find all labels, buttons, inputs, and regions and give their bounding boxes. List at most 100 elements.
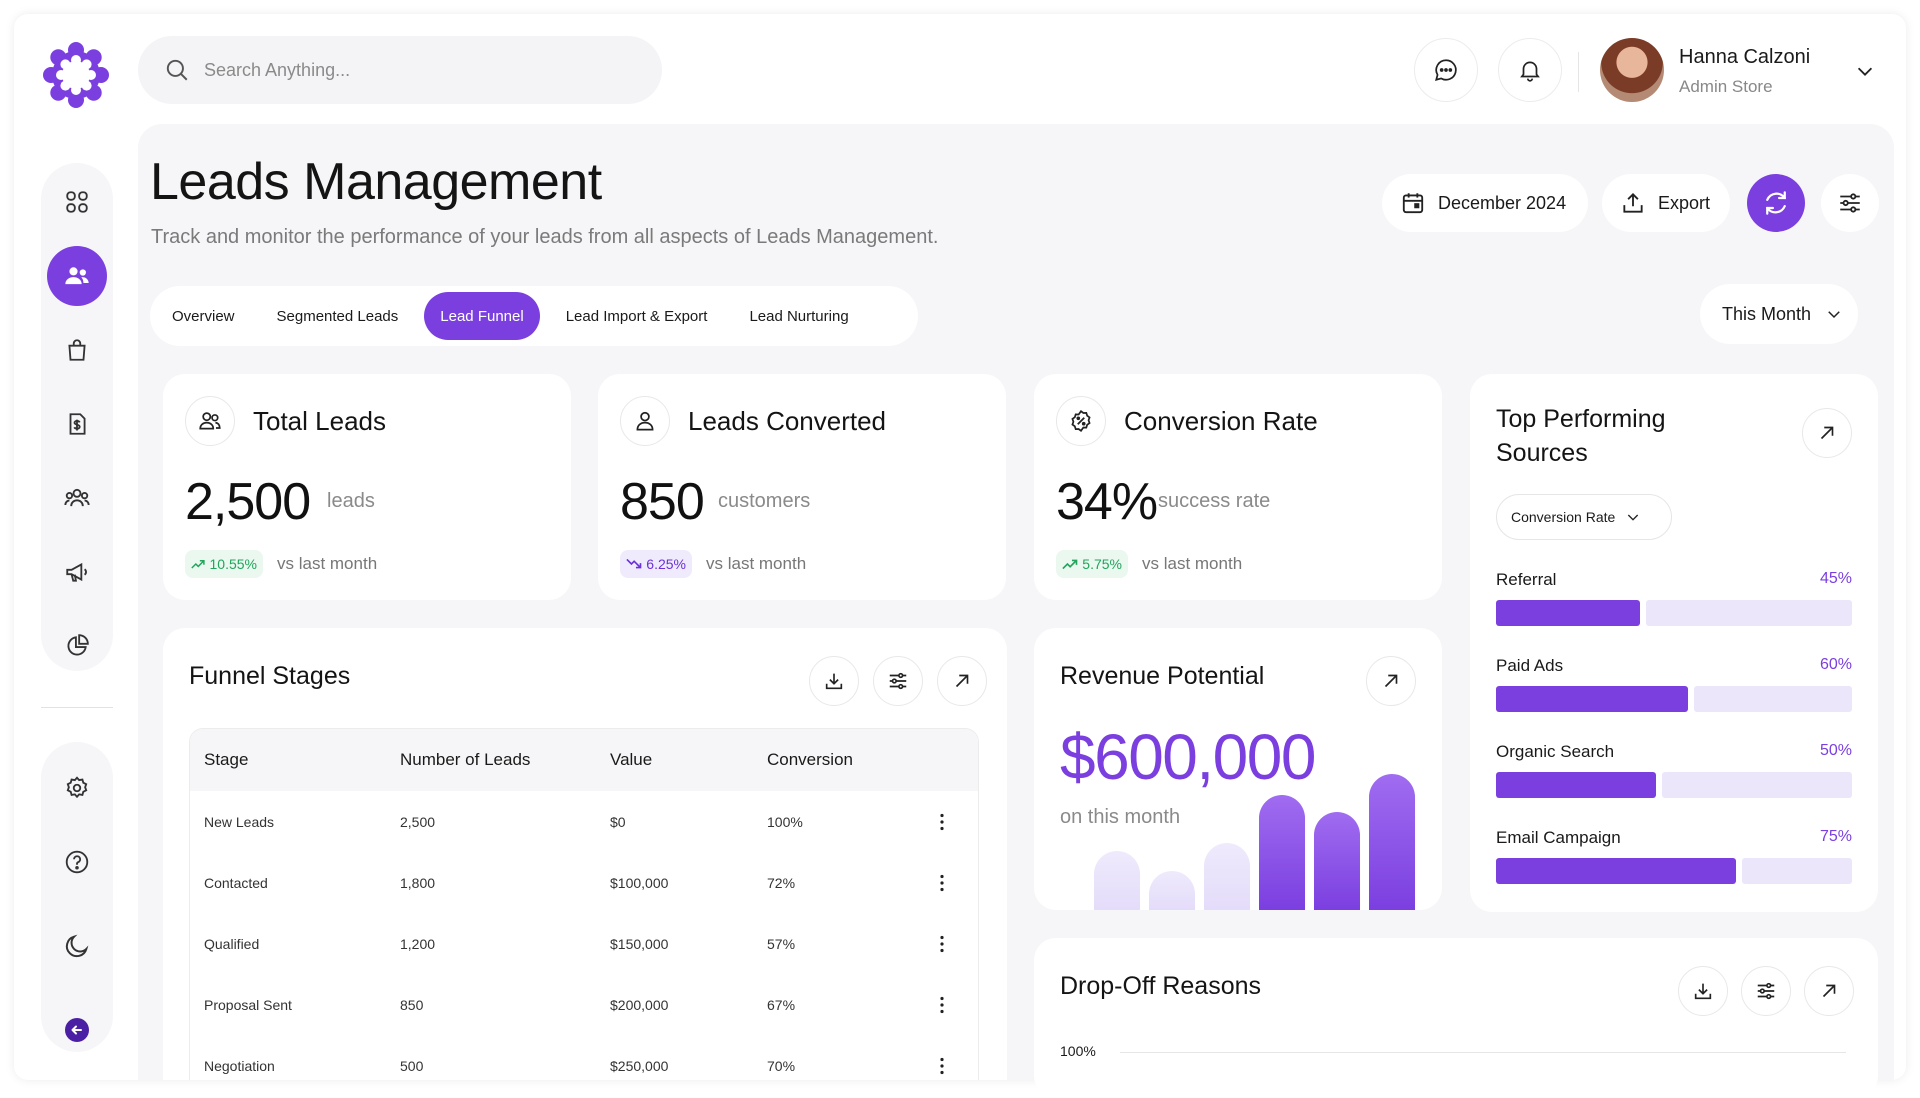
user-icon xyxy=(620,396,670,446)
tab-segmented-leads[interactable]: Segmented Leads xyxy=(261,292,415,340)
export-button[interactable]: Export xyxy=(1602,174,1730,232)
trend-badge: 6.25% xyxy=(620,550,692,578)
expand-button[interactable] xyxy=(1802,408,1852,458)
arrow-left-icon xyxy=(64,1017,90,1043)
refresh-icon xyxy=(1761,188,1791,218)
conversion-cell: 100% xyxy=(767,813,803,830)
period-select[interactable]: This Month xyxy=(1700,284,1858,344)
sliders-icon xyxy=(1837,190,1863,216)
search-bar[interactable] xyxy=(138,36,662,104)
pie-chart-icon xyxy=(64,633,90,659)
tab-overview[interactable]: Overview xyxy=(156,292,251,340)
sidebar-item-invoices[interactable] xyxy=(47,394,107,454)
row-menu-button[interactable] xyxy=(917,874,967,892)
stat-value: 2,500 xyxy=(185,473,311,531)
leads-cell: 1,200 xyxy=(400,935,436,952)
notifications-button[interactable] xyxy=(1498,38,1562,102)
source-percent: 50% xyxy=(1819,742,1852,759)
table-row[interactable]: Contacted 1,800 $100,000 72% xyxy=(190,852,978,913)
drop-off-card: Drop-Off Reasons 100% xyxy=(1034,938,1878,1098)
leads-cell: 1,800 xyxy=(400,874,436,891)
trend-badge: 10.55% xyxy=(185,550,263,578)
filter-settings-button[interactable] xyxy=(1821,174,1879,232)
leads-cell: 500 xyxy=(400,1057,424,1074)
stat-value: 34% xyxy=(1056,473,1158,531)
sidebar-item-reports[interactable] xyxy=(47,616,107,676)
sidebar-item-settings[interactable] xyxy=(47,758,107,818)
more-vertical-icon xyxy=(940,874,944,891)
trend-note: vs last month xyxy=(277,554,378,573)
column-header[interactable]: Conversion xyxy=(767,750,917,770)
more-vertical-icon xyxy=(940,1057,944,1074)
table-header: Stage Number of Leads Value Conversion xyxy=(190,729,978,791)
help-icon xyxy=(64,849,90,875)
source-percent: 60% xyxy=(1819,656,1852,673)
chevron-down-icon[interactable] xyxy=(1854,60,1876,82)
tab-lead-nurturing[interactable]: Lead Nurturing xyxy=(733,292,864,340)
stat-unit: leads xyxy=(327,490,375,512)
table-row[interactable]: Proposal Sent 850 $200,000 67% xyxy=(190,974,978,1035)
search-icon xyxy=(164,57,190,83)
shopping-bag-icon xyxy=(64,337,90,363)
table-row[interactable]: Negotiation 500 $250,000 70% xyxy=(190,1035,978,1080)
sidebar-item-help[interactable] xyxy=(47,832,107,892)
gear-icon xyxy=(64,775,90,801)
row-menu-button[interactable] xyxy=(917,935,967,953)
leads-cell: 850 xyxy=(400,996,424,1013)
avatar[interactable] xyxy=(1600,38,1664,102)
column-header[interactable]: Number of Leads xyxy=(400,750,610,770)
sidebar-item-leads[interactable] xyxy=(47,246,107,306)
calendar-icon xyxy=(1400,190,1426,216)
sidebar-item-campaigns[interactable] xyxy=(47,542,107,602)
percent-badge-icon xyxy=(1056,396,1106,446)
revenue-bar xyxy=(1149,871,1195,910)
metric-select[interactable]: Conversion Rate xyxy=(1496,494,1672,540)
value-cell: $150,000 xyxy=(610,935,669,952)
source-percent: 45% xyxy=(1819,570,1852,587)
top-sources-card: Top Performing Sources Conversion Rate R… xyxy=(1470,374,1878,912)
more-vertical-icon xyxy=(940,996,944,1013)
messages-button[interactable] xyxy=(1414,38,1478,102)
expand-button[interactable] xyxy=(937,656,987,706)
sidebar-item-shop[interactable] xyxy=(47,320,107,380)
source-percent: 75% xyxy=(1819,828,1852,845)
download-button[interactable] xyxy=(1678,966,1728,1016)
moon-icon xyxy=(63,932,91,960)
row-menu-button[interactable] xyxy=(917,813,967,831)
trend-value: 5.75% xyxy=(1082,556,1122,572)
stage-cell: Contacted xyxy=(204,874,268,891)
date-picker-button[interactable]: December 2024 xyxy=(1382,174,1588,232)
megaphone-icon xyxy=(64,559,90,585)
expand-button[interactable] xyxy=(1804,966,1854,1016)
row-menu-button[interactable] xyxy=(917,1057,967,1075)
sidebar-item-dashboard[interactable] xyxy=(47,172,107,232)
tab-lead-funnel[interactable]: Lead Funnel xyxy=(424,292,540,340)
sidebar-item-teams[interactable] xyxy=(47,468,107,528)
refresh-button[interactable] xyxy=(1747,174,1805,232)
sidebar-item-dark-mode[interactable] xyxy=(47,916,107,976)
trend-value: 6.25% xyxy=(646,556,686,572)
table-row[interactable]: New Leads 2,500 $0 100% xyxy=(190,791,978,852)
download-icon xyxy=(1694,983,1712,1000)
download-button[interactable] xyxy=(809,656,859,706)
column-header[interactable]: Stage xyxy=(190,750,400,770)
sidebar-collapse-button[interactable] xyxy=(47,1000,107,1060)
stat-title: Total Leads xyxy=(253,406,386,436)
source-label: Paid Ads xyxy=(1496,656,1564,675)
brand-logo[interactable] xyxy=(41,40,111,110)
expand-button[interactable] xyxy=(1366,656,1416,706)
stat-card-leads-converted: Leads Converted 850 customers 6.25% vs l… xyxy=(598,374,1006,600)
leads-cell: 2,500 xyxy=(400,813,436,830)
row-menu-button[interactable] xyxy=(917,996,967,1014)
lead-tabs: Overview Segmented Leads Lead Funnel Lea… xyxy=(150,286,918,346)
arrow-up-right-icon xyxy=(1820,426,1834,440)
value-cell: $0 xyxy=(610,813,626,830)
table-row[interactable]: Qualified 1,200 $150,000 57% xyxy=(190,913,978,974)
bell-icon xyxy=(1517,57,1543,83)
filter-button[interactable] xyxy=(873,656,923,706)
search-input[interactable] xyxy=(204,59,604,81)
column-header[interactable]: Value xyxy=(610,750,767,770)
tab-lead-import-export[interactable]: Lead Import & Export xyxy=(550,292,724,340)
filter-button[interactable] xyxy=(1741,966,1791,1016)
arrow-up-right-icon xyxy=(1384,674,1398,688)
